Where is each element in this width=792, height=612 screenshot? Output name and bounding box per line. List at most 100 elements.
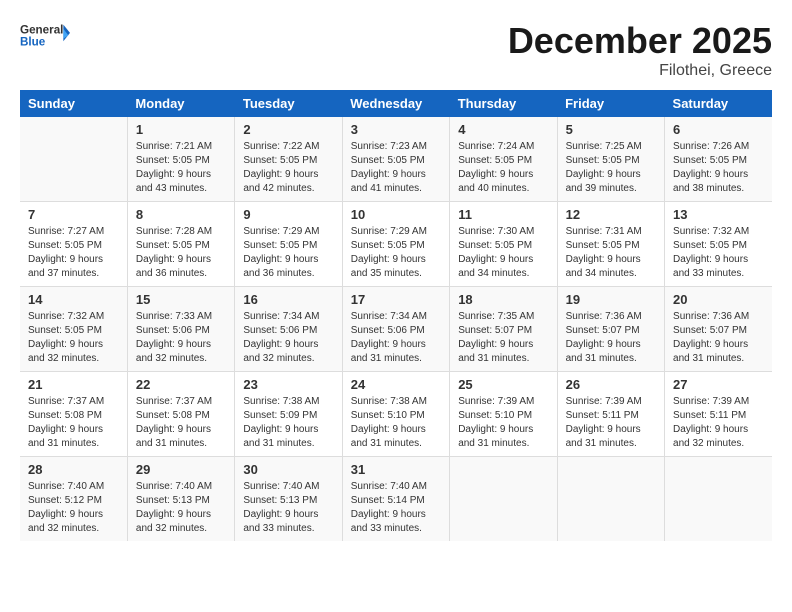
calendar-table: SundayMondayTuesdayWednesdayThursdayFrid… (20, 90, 772, 541)
day-info: Sunrise: 7:36 AM Sunset: 5:07 PM Dayligh… (673, 310, 764, 366)
calendar-cell: 8 Sunrise: 7:28 AM Sunset: 5:05 PM Daylig… (127, 202, 234, 287)
calendar-cell: 20 Sunrise: 7:36 AM Sunset: 5:07 PM Dayli… (665, 287, 772, 372)
day-info: Sunrise: 7:32 AM Sunset: 5:05 PM Dayligh… (673, 225, 764, 281)
day-info: Sunrise: 7:21 AM Sunset: 5:05 PM Dayligh… (136, 140, 226, 196)
month-year: December 2025 (508, 20, 772, 62)
svg-text:Blue: Blue (20, 35, 46, 48)
calendar-cell: 28 Sunrise: 7:40 AM Sunset: 5:12 PM Dayli… (20, 457, 127, 542)
calendar-cell: 22 Sunrise: 7:37 AM Sunset: 5:08 PM Dayli… (127, 372, 234, 457)
location: Filothei, Greece (508, 62, 772, 80)
calendar-cell: 6 Sunrise: 7:26 AM Sunset: 5:05 PM Daylig… (665, 117, 772, 202)
calendar-cell: 9Sunrise: 7:29 AM Sunset: 5:05 PM Daylig… (235, 202, 342, 287)
calendar-week-row: 7 Sunrise: 7:27 AM Sunset: 5:05 PM Daylig… (20, 202, 772, 287)
day-of-week-header: Thursday (450, 90, 557, 117)
calendar-cell: 29 Sunrise: 7:40 AM Sunset: 5:13 PM Dayli… (127, 457, 234, 542)
day-info: Sunrise: 7:28 AM Sunset: 5:05 PM Dayligh… (136, 225, 226, 281)
day-number: 22 (136, 377, 226, 392)
day-of-week-header: Wednesday (342, 90, 449, 117)
calendar-cell: 26 Sunrise: 7:39 AM Sunset: 5:11 PM Dayli… (557, 372, 664, 457)
day-info: Sunrise: 7:36 AM Sunset: 5:07 PM Dayligh… (566, 310, 656, 366)
day-number: 27 (673, 377, 764, 392)
day-number: 18 (458, 292, 548, 307)
calendar-cell: 7 Sunrise: 7:27 AM Sunset: 5:05 PM Daylig… (20, 202, 127, 287)
calendar-header-row: SundayMondayTuesdayWednesdayThursdayFrid… (20, 90, 772, 117)
calendar-cell: 21 Sunrise: 7:37 AM Sunset: 5:08 PM Dayli… (20, 372, 127, 457)
logo: General Blue (20, 20, 70, 50)
calendar-cell (557, 457, 664, 542)
day-info: Sunrise: 7:25 AM Sunset: 5:05 PM Dayligh… (566, 140, 656, 196)
day-info: Sunrise: 7:23 AM Sunset: 5:05 PM Dayligh… (351, 140, 441, 196)
day-info: Sunrise: 7:26 AM Sunset: 5:05 PM Dayligh… (673, 140, 764, 196)
day-info: Sunrise: 7:40 AM Sunset: 5:13 PM Dayligh… (136, 480, 226, 536)
calendar-cell: 19 Sunrise: 7:36 AM Sunset: 5:07 PM Dayli… (557, 287, 664, 372)
day-info: Sunrise: 7:38 AM Sunset: 5:09 PM Dayligh… (243, 395, 333, 451)
day-info: Sunrise: 7:32 AM Sunset: 5:05 PM Dayligh… (28, 310, 119, 366)
calendar-cell: 25 Sunrise: 7:39 AM Sunset: 5:10 PM Dayli… (450, 372, 557, 457)
day-info: Sunrise: 7:37 AM Sunset: 5:08 PM Dayligh… (136, 395, 226, 451)
calendar-week-row: 1 Sunrise: 7:21 AM Sunset: 5:05 PM Daylig… (20, 117, 772, 202)
day-number: 17 (351, 292, 441, 307)
calendar-cell: 11Sunrise: 7:30 AM Sunset: 5:05 PM Dayli… (450, 202, 557, 287)
calendar-cell: 15 Sunrise: 7:33 AM Sunset: 5:06 PM Dayli… (127, 287, 234, 372)
calendar-week-row: 21 Sunrise: 7:37 AM Sunset: 5:08 PM Dayli… (20, 372, 772, 457)
day-info: Sunrise: 7:33 AM Sunset: 5:06 PM Dayligh… (136, 310, 226, 366)
day-of-week-header: Tuesday (235, 90, 342, 117)
day-number: 3 (351, 122, 441, 137)
calendar-cell: 13 Sunrise: 7:32 AM Sunset: 5:05 PM Dayli… (665, 202, 772, 287)
day-number: 4 (458, 122, 548, 137)
day-number: 29 (136, 462, 226, 477)
day-number: 15 (136, 292, 226, 307)
day-number: 26 (566, 377, 656, 392)
calendar-cell: 12Sunrise: 7:31 AM Sunset: 5:05 PM Dayli… (557, 202, 664, 287)
calendar-cell: 24 Sunrise: 7:38 AM Sunset: 5:10 PM Dayli… (342, 372, 449, 457)
title-block: December 2025 Filothei, Greece (508, 20, 772, 80)
page-header: General Blue December 2025 Filothei, Gre… (20, 20, 772, 80)
day-of-week-header: Sunday (20, 90, 127, 117)
day-number: 23 (243, 377, 333, 392)
calendar-cell: 5 Sunrise: 7:25 AM Sunset: 5:05 PM Daylig… (557, 117, 664, 202)
calendar-cell: 17Sunrise: 7:34 AM Sunset: 5:06 PM Dayli… (342, 287, 449, 372)
day-info: Sunrise: 7:39 AM Sunset: 5:11 PM Dayligh… (566, 395, 656, 451)
calendar-week-row: 14 Sunrise: 7:32 AM Sunset: 5:05 PM Dayli… (20, 287, 772, 372)
calendar-cell: 2Sunrise: 7:22 AM Sunset: 5:05 PM Daylig… (235, 117, 342, 202)
day-info: Sunrise: 7:39 AM Sunset: 5:11 PM Dayligh… (673, 395, 764, 451)
day-number: 11 (458, 207, 548, 222)
day-number: 7 (28, 207, 119, 222)
day-info: Sunrise: 7:22 AM Sunset: 5:05 PM Dayligh… (243, 140, 333, 196)
calendar-cell (20, 117, 127, 202)
day-number: 8 (136, 207, 226, 222)
day-info: Sunrise: 7:40 AM Sunset: 5:12 PM Dayligh… (28, 480, 119, 536)
calendar-cell: 16Sunrise: 7:34 AM Sunset: 5:06 PM Dayli… (235, 287, 342, 372)
day-info: Sunrise: 7:40 AM Sunset: 5:13 PM Dayligh… (243, 480, 333, 536)
calendar-cell: 27 Sunrise: 7:39 AM Sunset: 5:11 PM Dayli… (665, 372, 772, 457)
calendar-cell (450, 457, 557, 542)
calendar-cell: 4Sunrise: 7:24 AM Sunset: 5:05 PM Daylig… (450, 117, 557, 202)
day-info: Sunrise: 7:27 AM Sunset: 5:05 PM Dayligh… (28, 225, 119, 281)
day-number: 5 (566, 122, 656, 137)
day-info: Sunrise: 7:39 AM Sunset: 5:10 PM Dayligh… (458, 395, 548, 451)
day-number: 21 (28, 377, 119, 392)
calendar-cell: 3 Sunrise: 7:23 AM Sunset: 5:05 PM Daylig… (342, 117, 449, 202)
day-info: Sunrise: 7:29 AM Sunset: 5:05 PM Dayligh… (351, 225, 441, 281)
day-number: 13 (673, 207, 764, 222)
day-number: 9 (243, 207, 333, 222)
calendar-week-row: 28 Sunrise: 7:40 AM Sunset: 5:12 PM Dayli… (20, 457, 772, 542)
logo-svg: General Blue (20, 20, 70, 50)
day-info: Sunrise: 7:38 AM Sunset: 5:10 PM Dayligh… (351, 395, 441, 451)
day-info: Sunrise: 7:35 AM Sunset: 5:07 PM Dayligh… (458, 310, 548, 366)
calendar-cell: 23 Sunrise: 7:38 AM Sunset: 5:09 PM Dayli… (235, 372, 342, 457)
day-number: 19 (566, 292, 656, 307)
day-number: 1 (136, 122, 226, 137)
day-number: 16 (243, 292, 333, 307)
day-number: 20 (673, 292, 764, 307)
day-number: 6 (673, 122, 764, 137)
day-number: 14 (28, 292, 119, 307)
day-info: Sunrise: 7:40 AM Sunset: 5:14 PM Dayligh… (351, 480, 441, 536)
day-number: 10 (351, 207, 441, 222)
day-number: 25 (458, 377, 548, 392)
day-of-week-header: Friday (557, 90, 664, 117)
day-info: Sunrise: 7:37 AM Sunset: 5:08 PM Dayligh… (28, 395, 119, 451)
day-number: 24 (351, 377, 441, 392)
day-number: 28 (28, 462, 119, 477)
calendar-cell: 14 Sunrise: 7:32 AM Sunset: 5:05 PM Dayli… (20, 287, 127, 372)
